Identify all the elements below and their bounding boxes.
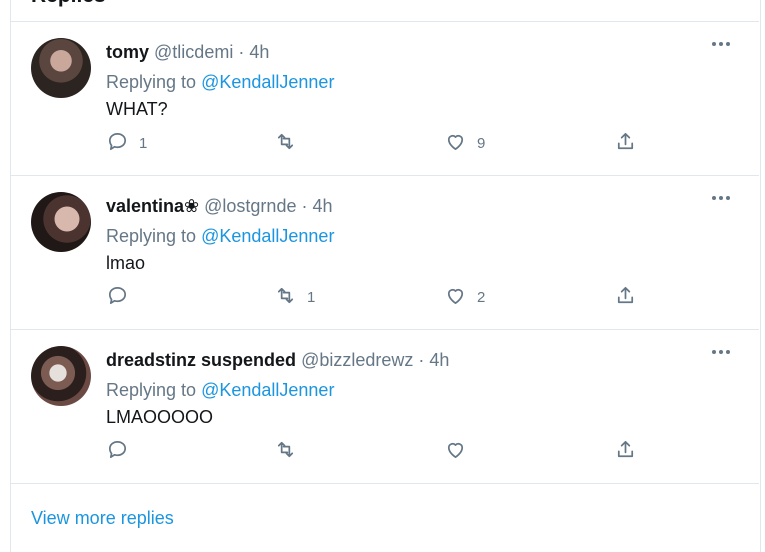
retweet-button[interactable] — [274, 130, 307, 156]
avatar[interactable] — [31, 346, 91, 406]
tweet-text: LMAOOOOO — [106, 407, 214, 427]
reply-icon — [106, 438, 129, 465]
tweet-header: tomy @tlicdemi · 4h — [106, 42, 269, 63]
retweet-icon — [274, 130, 297, 157]
retweet-icon — [274, 284, 297, 311]
share-icon — [614, 130, 637, 157]
replying-to: Replying to @KendallJenner — [106, 72, 334, 93]
tweet-header: dreadstinz suspended @bizzledrewz · 4h — [106, 350, 449, 371]
mention-link[interactable]: @KendallJenner — [201, 226, 334, 246]
reply-tweet[interactable]: tomy @tlicdemi · 4h Replying to @Kendall… — [11, 22, 759, 175]
like-icon — [444, 438, 467, 465]
like-button[interactable]: 2 — [444, 284, 485, 310]
display-name[interactable]: valentina❀ — [106, 196, 199, 216]
replying-label: Replying to — [106, 226, 197, 246]
user-handle[interactable]: @tlicdemi — [154, 42, 233, 62]
retweet-button[interactable] — [274, 438, 307, 464]
replying-to: Replying to @KendallJenner — [106, 380, 334, 401]
retweet-count: 1 — [307, 288, 316, 306]
share-icon — [614, 438, 637, 465]
display-name[interactable]: tomy — [106, 42, 149, 62]
more-icon[interactable] — [709, 192, 735, 212]
tweet-text: lmao — [106, 253, 146, 273]
like-count: 9 — [477, 134, 486, 152]
like-button[interactable] — [444, 438, 477, 464]
reply-count: 1 — [139, 134, 148, 152]
tweet-text: WHAT? — [106, 99, 168, 119]
display-name[interactable]: dreadstinz suspended — [106, 350, 296, 370]
reply-button[interactable] — [106, 438, 139, 464]
reply-icon — [106, 130, 129, 157]
mention-link[interactable]: @KendallJenner — [201, 380, 334, 400]
reply-tweet[interactable]: dreadstinz suspended @bizzledrewz · 4h R… — [11, 330, 759, 483]
avatar[interactable] — [31, 192, 91, 252]
reply-button[interactable] — [106, 284, 139, 310]
replying-label: Replying to — [106, 380, 197, 400]
user-handle[interactable]: @bizzledrewz — [301, 350, 413, 370]
avatar[interactable] — [31, 38, 91, 98]
user-handle[interactable]: @lostgrnde — [204, 196, 296, 216]
view-more-replies-link[interactable]: View more replies — [31, 508, 174, 529]
divider — [11, 483, 759, 484]
tweet-header: valentina❀ @lostgrnde · 4h — [106, 196, 333, 217]
share-button[interactable] — [614, 130, 637, 156]
timestamp[interactable]: · 4h — [238, 42, 269, 62]
action-bar — [106, 438, 646, 464]
reply-tweet[interactable]: valentina❀ @lostgrnde · 4h Replying to @… — [11, 176, 759, 329]
like-icon — [444, 284, 467, 311]
reply-icon — [106, 284, 129, 311]
share-button[interactable] — [614, 438, 637, 464]
action-bar: 1 2 — [106, 284, 646, 310]
more-icon[interactable] — [709, 38, 735, 58]
share-button[interactable] — [614, 284, 637, 310]
action-bar: 1 9 — [106, 130, 646, 156]
like-count: 2 — [477, 288, 486, 306]
mention-link[interactable]: @KendallJenner — [201, 72, 334, 92]
share-icon — [614, 284, 637, 311]
replying-to: Replying to @KendallJenner — [106, 226, 334, 247]
reply-button[interactable]: 1 — [106, 130, 147, 156]
replying-label: Replying to — [106, 72, 197, 92]
like-button[interactable]: 9 — [444, 130, 485, 156]
timestamp[interactable]: · 4h — [418, 350, 449, 370]
timestamp[interactable]: · 4h — [301, 196, 332, 216]
section-title: Replies — [31, 0, 106, 8]
retweet-icon — [274, 438, 297, 465]
more-icon[interactable] — [709, 346, 735, 366]
retweet-button[interactable]: 1 — [274, 284, 315, 310]
like-icon — [444, 130, 467, 157]
